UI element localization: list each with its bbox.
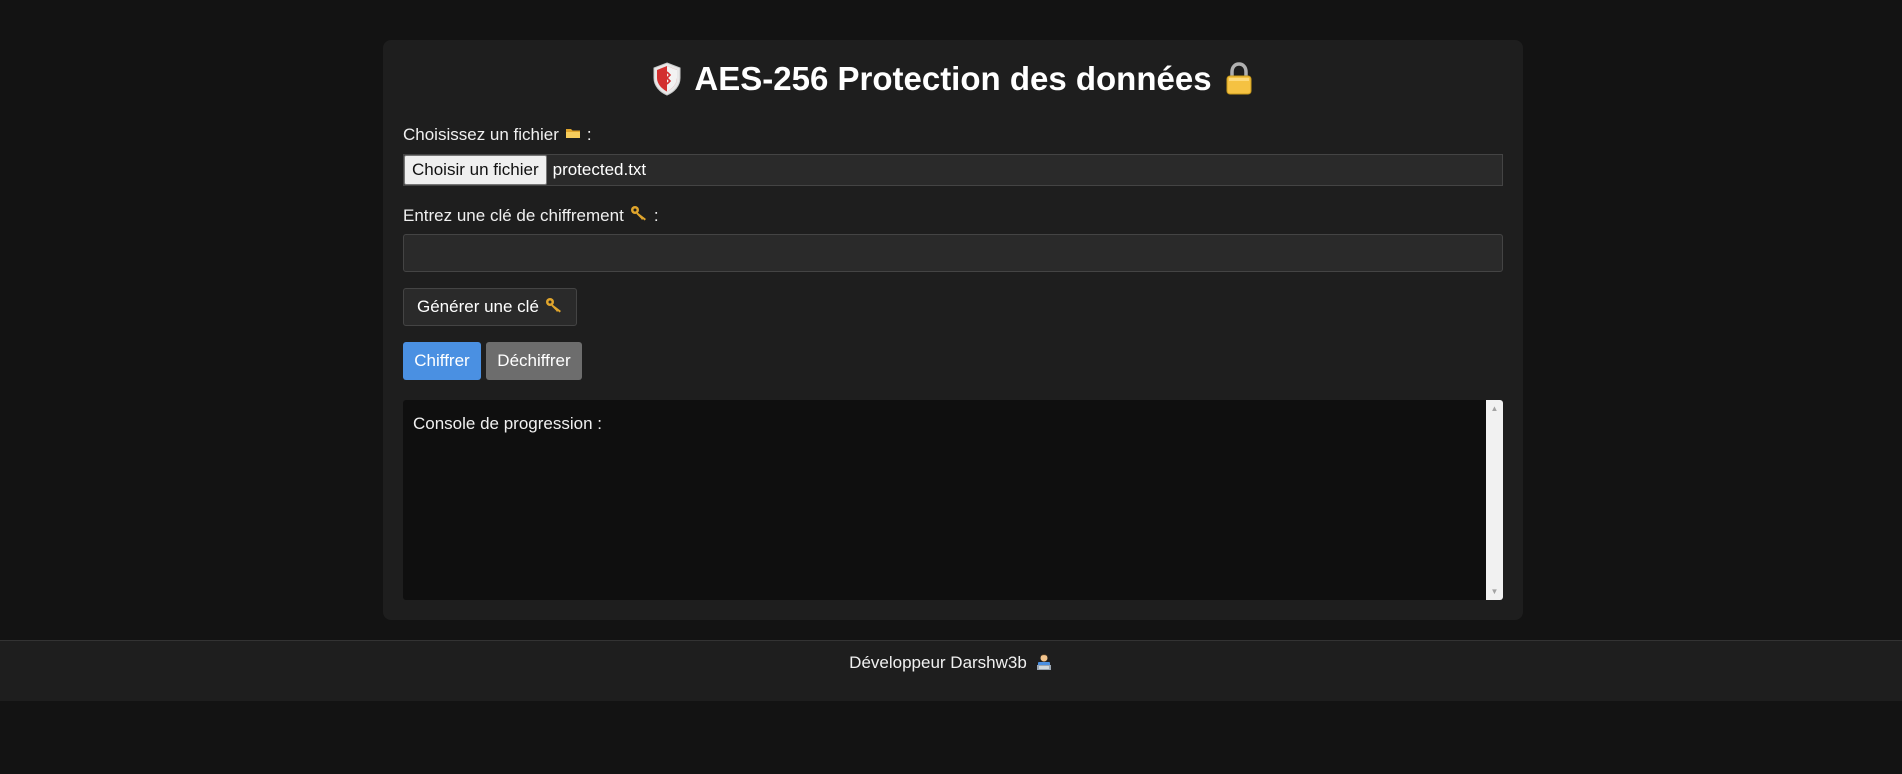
file-label-text: Choisissez un fichier xyxy=(403,125,559,144)
technologist-icon xyxy=(1035,653,1053,701)
file-input[interactable]: Choisir un fichier protected.txt xyxy=(403,154,1503,186)
folder-icon xyxy=(565,125,581,145)
generate-key-button[interactable]: Générer une clé xyxy=(403,288,577,326)
lock-icon xyxy=(1224,62,1254,96)
choose-file-button[interactable]: Choisir un fichier xyxy=(404,155,547,185)
key-label: Entrez une clé de chiffrement : xyxy=(403,205,659,226)
encrypt-button[interactable]: Chiffrer xyxy=(403,342,481,380)
key-label-text: Entrez une clé de chiffrement xyxy=(403,205,624,225)
title-text: AES-256 Protection des données xyxy=(694,60,1212,97)
key-icon xyxy=(545,297,563,318)
console-text: Console de progression : xyxy=(413,414,603,433)
page-title: AES-256 Protection des données xyxy=(383,60,1523,98)
encryption-key-input[interactable] xyxy=(403,234,1503,272)
footer: Développeur Darshw3b xyxy=(0,640,1902,701)
generate-key-label: Générer une clé xyxy=(417,297,539,316)
scroll-down-icon[interactable]: ▼ xyxy=(1486,583,1503,600)
main-card: AES-256 Protection des données Choisisse… xyxy=(383,40,1523,620)
decrypt-button[interactable]: Déchiffrer xyxy=(486,342,582,380)
file-label: Choisissez un fichier : xyxy=(403,125,592,145)
shield-icon xyxy=(652,62,682,96)
progress-console[interactable]: Console de progression : ▲ ▼ xyxy=(403,400,1503,600)
footer-text: Développeur Darshw3b xyxy=(849,653,1027,672)
console-scrollbar[interactable]: ▲ ▼ xyxy=(1486,400,1503,600)
key-label-colon: : xyxy=(653,205,659,225)
scroll-up-icon[interactable]: ▲ xyxy=(1486,400,1503,417)
selected-file-name: protected.txt xyxy=(552,160,647,179)
key-icon xyxy=(630,205,648,226)
file-label-colon: : xyxy=(586,125,592,144)
